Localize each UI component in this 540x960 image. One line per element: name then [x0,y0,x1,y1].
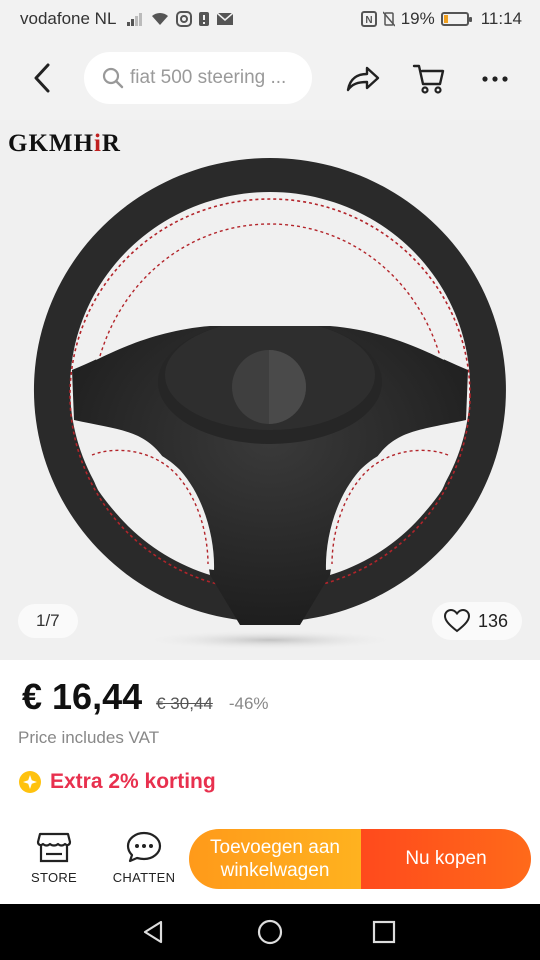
wishlist-button[interactable]: 136 [431,602,522,640]
search-input[interactable]: fiat 500 steering ... [84,52,312,104]
top-nav: fiat 500 steering ... [0,38,540,120]
search-icon [102,67,124,89]
triangle-back-icon [143,920,163,944]
product-image-gallery[interactable]: GKMHiR 1/7 136 [0,120,540,660]
extra-discount-promo[interactable]: Extra 2% korting [18,770,216,794]
system-nav-bar [0,904,540,960]
more-options-button[interactable] [476,60,514,98]
status-right: N 19% 11:14 [360,9,522,29]
back-button[interactable] [24,58,60,98]
chat-button[interactable]: CHATTEN [108,830,180,885]
system-recents-button[interactable] [370,918,398,946]
coin-icon [19,771,41,793]
notification-alert-icon [199,12,210,26]
instagram-icon [176,11,193,27]
more-dots-icon [482,76,508,82]
current-price: € 16,44 [22,676,143,717]
clock: 11:14 [480,9,522,28]
status-icons [126,11,234,27]
brand-logo: GKMHiR [8,130,121,158]
cart-icon [412,64,445,94]
share-button[interactable] [344,60,382,98]
likes-count: 136 [477,610,508,631]
status-bar: vodafone NL N 19% 11:14 [0,0,540,38]
price-row: € 16,44 € 30,44 -46% [22,676,269,718]
nfc-icon: N [360,11,377,27]
store-button[interactable]: STORE [18,830,90,885]
store-icon [36,832,72,863]
system-home-button[interactable] [256,918,284,946]
image-pager: 1/7 [18,604,78,638]
steering-wheel-image [33,158,506,650]
system-back-button[interactable] [140,918,168,946]
battery-icon [440,12,472,26]
store-label: STORE [30,870,78,885]
svg-text:N: N [365,15,372,26]
mute-icon [382,11,395,27]
add-to-cart-label: Toevoegen aan winkelwagen [210,837,340,881]
wifi-icon [152,12,169,25]
chat-icon [126,831,162,863]
buy-now-label: Nu kopen [405,848,487,869]
share-icon [346,66,380,92]
cart-button[interactable] [410,60,448,98]
heart-icon [443,609,470,633]
buy-now-button[interactable]: Nu kopen [361,829,531,889]
carrier-name: vodafone NL [20,9,117,28]
search-query-text: fiat 500 steering ... [130,67,287,88]
chat-label: CHATTEN [112,870,176,885]
bottom-action-bar: STORE CHATTEN Toevoegen aan winkelwagen … [0,820,540,904]
chevron-left-icon [34,63,50,93]
vat-note: Price includes VAT [18,728,160,747]
original-price: € 30,44 [156,694,213,713]
brand-name: GKMHiR [8,130,121,157]
extra-discount-label: Extra 2% korting [50,770,216,793]
battery-percent: 19% [400,9,435,28]
mail-icon [216,12,234,25]
square-recents-icon [372,920,396,944]
circle-home-icon [257,919,283,945]
discount-badge: -46% [228,694,269,713]
signal-icon [127,13,143,26]
add-to-cart-button[interactable]: Toevoegen aan winkelwagen [189,829,361,889]
